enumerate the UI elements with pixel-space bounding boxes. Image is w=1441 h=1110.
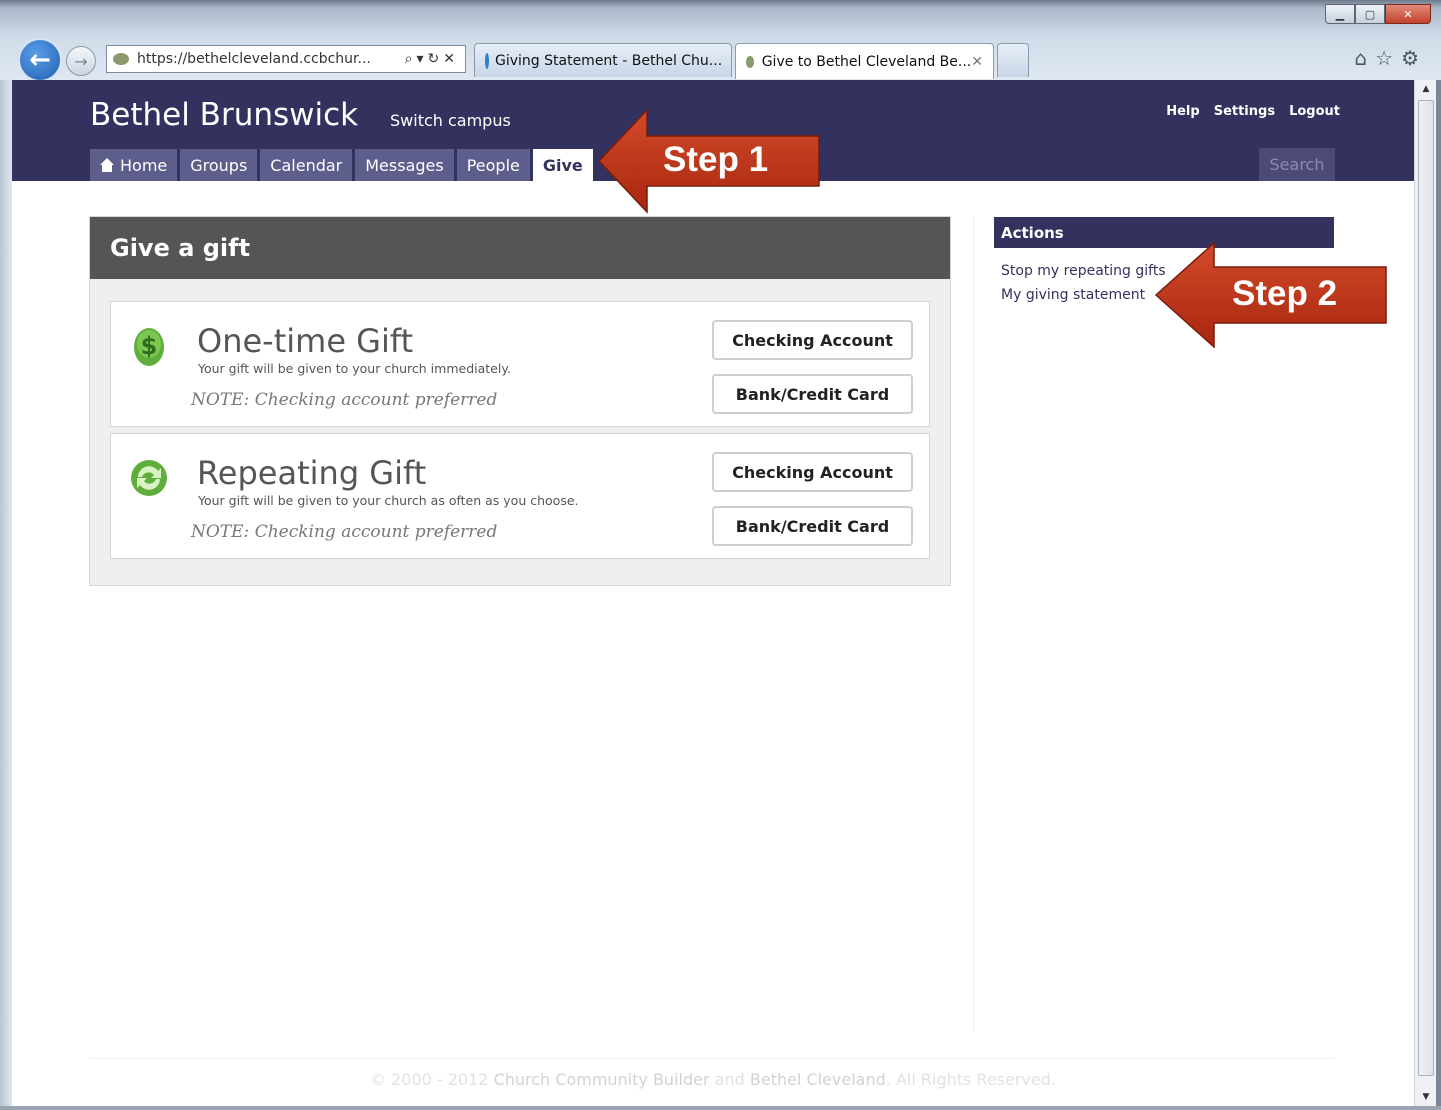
give-gift-panel: Give a gift $ One-time Gift Your gift wi…	[89, 216, 951, 586]
top-links: Help Settings Logout	[1166, 104, 1340, 119]
panel-heading: Give a gift	[90, 217, 950, 279]
gift-note: NOTE: Checking account preferred	[191, 390, 498, 410]
ie-icon	[485, 52, 489, 69]
footer-rights: . All Rights Reserved.	[885, 1070, 1056, 1089]
footer-link-ccb[interactable]: Church Community Builder	[494, 1070, 710, 1089]
one-time-gift-card: $ One-time Gift Your gift will be given …	[110, 301, 930, 427]
browser-tab-give[interactable]: Give to Bethel Cleveland Be... ✕	[735, 43, 994, 79]
new-tab-button[interactable]	[997, 43, 1029, 77]
gear-icon[interactable]: ⚙	[1401, 46, 1427, 70]
tab-label: Giving Statement - Bethel Chu...	[495, 52, 723, 69]
browser-tab-giving-statement[interactable]: Giving Statement - Bethel Chu...	[474, 43, 732, 77]
step2-label: Step 2	[1232, 274, 1338, 313]
footer-copyright: © 2000 - 2012	[370, 1070, 489, 1089]
one-time-bank-credit-card-button[interactable]: Bank/Credit Card	[712, 374, 913, 414]
footer-divider	[89, 1058, 1335, 1059]
gift-title: One-time Gift	[197, 322, 414, 360]
step1-label: Step 1	[663, 140, 769, 179]
page-viewport: Bethel Brunswick Switch campus Help Sett…	[12, 80, 1414, 1106]
window-controls: ▁ ▢ ✕	[1325, 4, 1431, 24]
nav-tab-home[interactable]: Home	[90, 149, 178, 181]
main-nav: Home Groups Calendar Messages People Giv…	[90, 149, 593, 181]
footer-and: and	[714, 1070, 745, 1089]
browser-toolbar-icons: ⌂☆⚙	[1354, 46, 1427, 70]
home-icon[interactable]: ⌂	[1354, 46, 1375, 70]
gift-description: Your gift will be given to your church i…	[198, 361, 511, 376]
home-icon	[100, 158, 114, 172]
tab-close-icon[interactable]: ✕	[971, 54, 983, 70]
vertical-scrollbar[interactable]: ▲ ▼	[1414, 80, 1436, 1106]
scroll-up-icon[interactable]: ▲	[1415, 80, 1437, 98]
browser-toolbar: ▁ ▢ ✕ ← → https://bethelcleveland.ccbchu…	[0, 0, 1441, 82]
tab-label: Give to Bethel Cleveland Be...	[761, 53, 972, 70]
switch-campus-link[interactable]: Switch campus	[390, 111, 511, 130]
footer-link-bethel[interactable]: Bethel Cleveland	[750, 1070, 886, 1089]
repeating-checking-account-button[interactable]: Checking Account	[712, 452, 913, 492]
repeating-bank-credit-card-button[interactable]: Bank/Credit Card	[712, 506, 913, 546]
window-border	[0, 80, 12, 1106]
site-favicon-icon	[113, 53, 129, 65]
nav-tab-calendar[interactable]: Calendar	[260, 149, 353, 181]
gift-note: NOTE: Checking account preferred	[191, 522, 498, 542]
site-title[interactable]: Bethel Brunswick	[90, 97, 358, 133]
footer: © 2000 - 2012 Church Community Builder a…	[12, 1070, 1414, 1089]
one-time-checking-account-button[interactable]: Checking Account	[712, 320, 913, 360]
nav-tab-groups[interactable]: Groups	[180, 149, 258, 181]
nav-tab-label: Home	[120, 155, 168, 175]
gift-description: Your gift will be given to your church a…	[198, 493, 579, 508]
nav-tab-give[interactable]: Give	[532, 149, 593, 181]
gift-title: Repeating Gift	[197, 454, 427, 492]
repeating-gift-card: Repeating Gift Your gift will be given t…	[110, 433, 930, 559]
back-button[interactable]: ←	[18, 38, 62, 82]
svg-text:$: $	[141, 332, 158, 360]
nav-tab-people[interactable]: People	[456, 149, 530, 181]
address-actions-icon[interactable]: ⌕▾↻✕	[405, 51, 459, 67]
address-url[interactable]: https://bethelcleveland.ccbchur...	[137, 51, 399, 67]
maximize-icon[interactable]: ▢	[1355, 4, 1385, 24]
search-input[interactable]: Search	[1259, 148, 1335, 181]
logout-link[interactable]: Logout	[1289, 104, 1340, 119]
window-bottom-border	[0, 1106, 1441, 1110]
minimize-icon[interactable]: ▁	[1325, 4, 1355, 24]
refresh-icon	[131, 460, 167, 496]
favorites-star-icon[interactable]: ☆	[1375, 46, 1401, 70]
settings-link[interactable]: Settings	[1214, 104, 1275, 119]
nav-tab-messages[interactable]: Messages	[355, 149, 454, 181]
close-window-icon[interactable]: ✕	[1385, 4, 1431, 24]
forward-button[interactable]: →	[66, 46, 96, 76]
sidebar-divider	[973, 216, 974, 1031]
help-link[interactable]: Help	[1166, 104, 1199, 119]
scroll-thumb[interactable]	[1418, 100, 1434, 1076]
scroll-down-icon[interactable]: ▼	[1415, 1088, 1437, 1106]
site-favicon-icon	[746, 55, 754, 68]
dollar-icon: $	[134, 328, 164, 366]
address-bar[interactable]: https://bethelcleveland.ccbchur... ⌕▾↻✕	[106, 45, 466, 73]
